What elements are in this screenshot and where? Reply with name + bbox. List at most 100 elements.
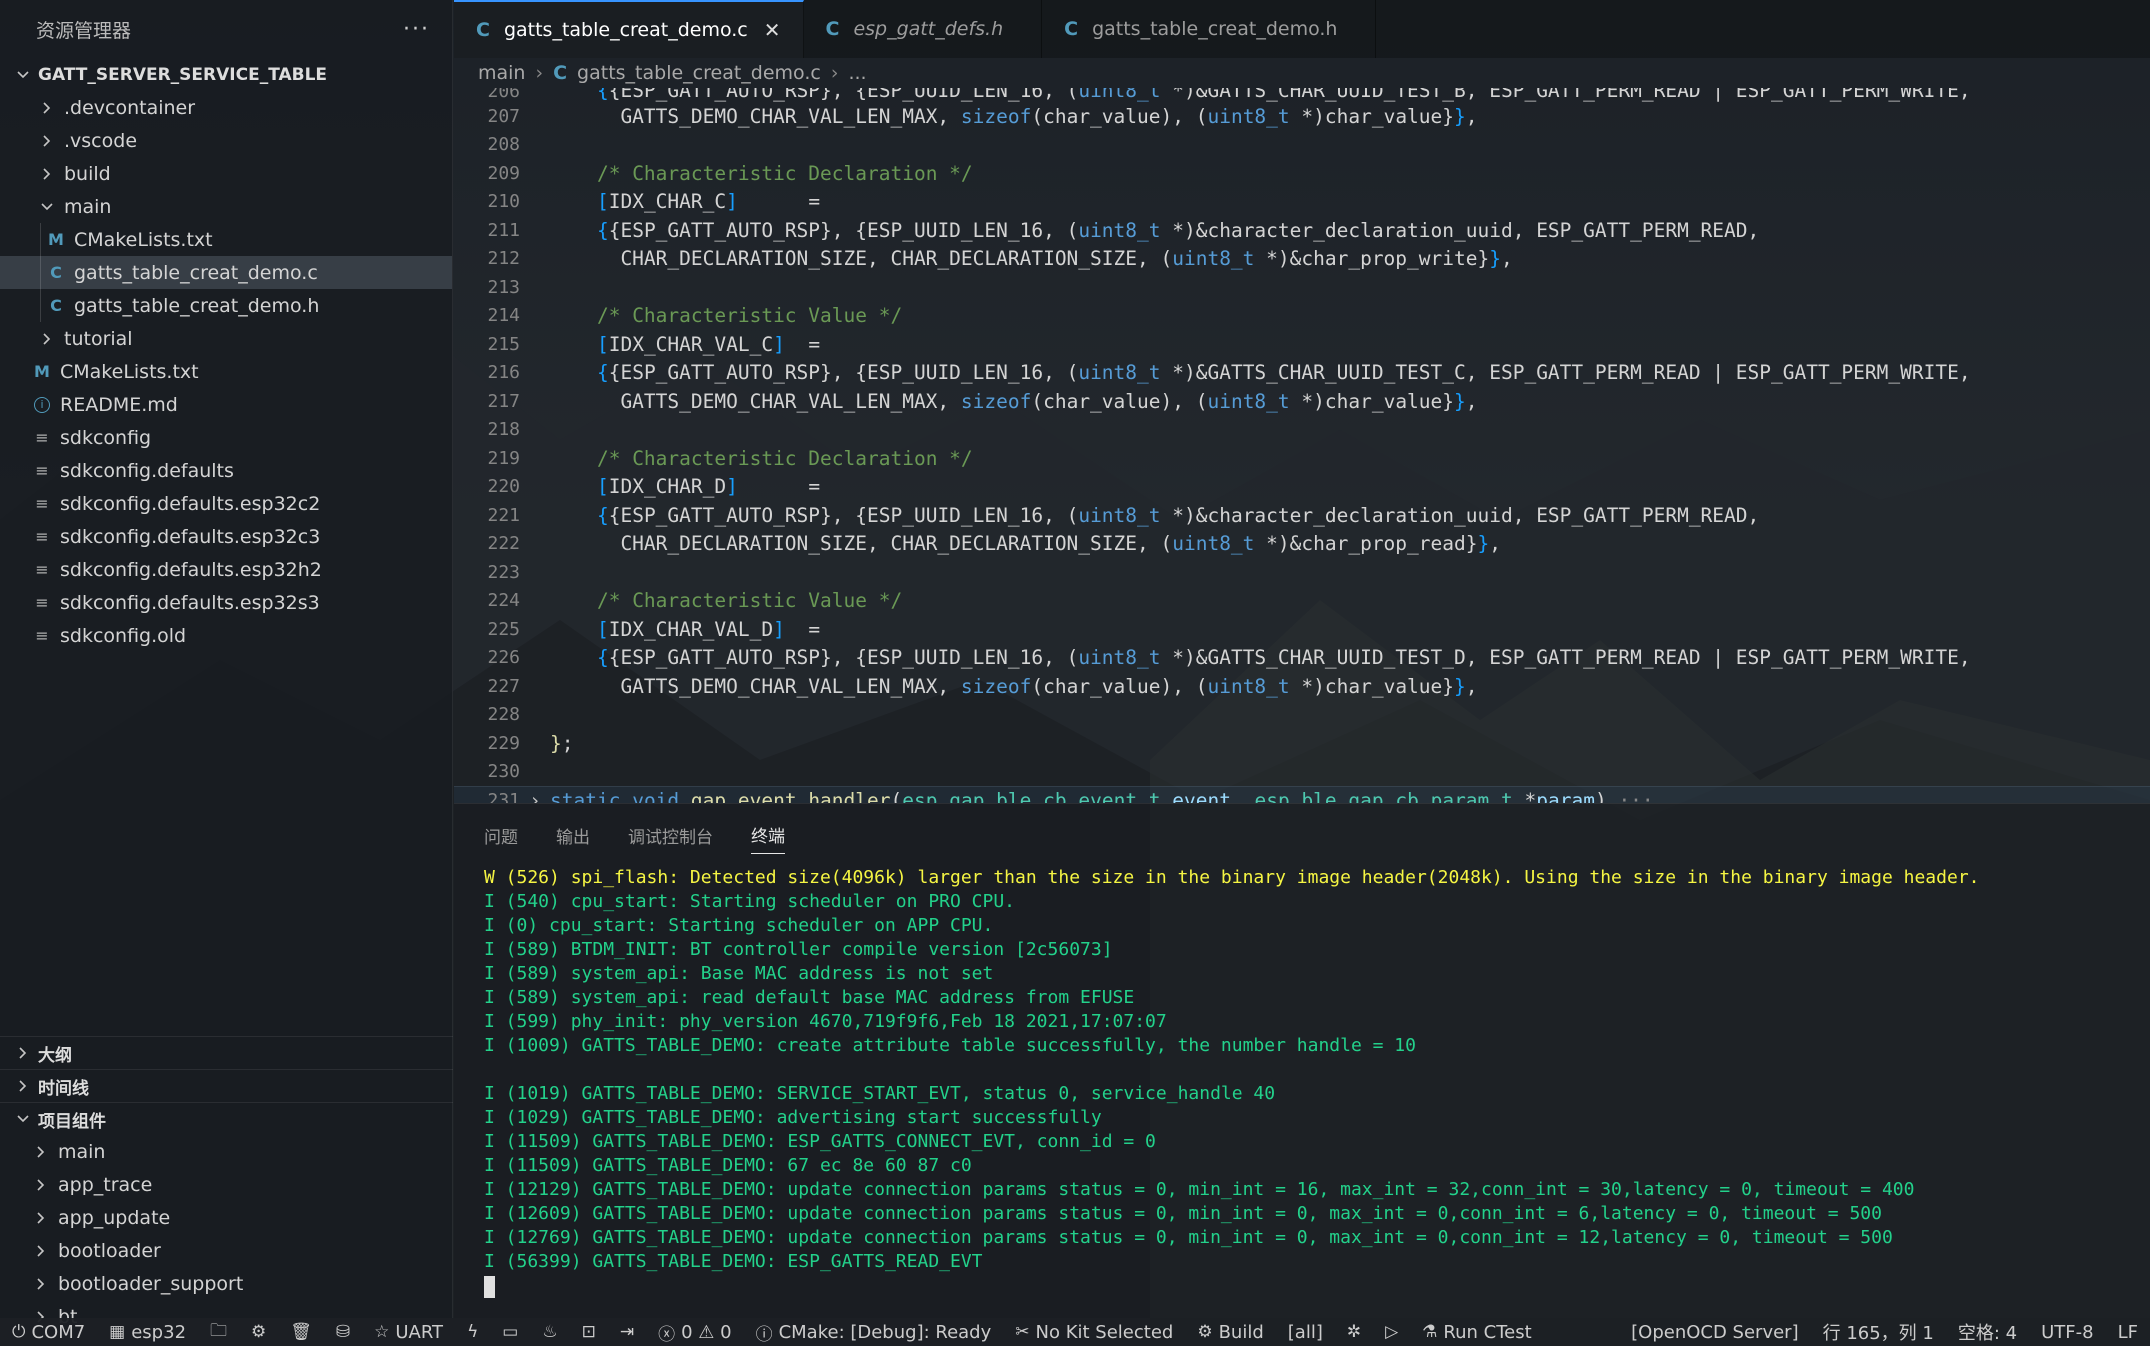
section-header-0[interactable]: 大纲: [0, 1036, 453, 1069]
terminal-line: I (1009) GATTS_TABLE_DEMO: create attrib…: [484, 1035, 1416, 1056]
breadcrumb-file[interactable]: gatts_table_creat_demo.c: [577, 62, 821, 84]
code-line[interactable]: 211 {{ESP_GATT_AUTO_RSP}, {ESP_UUID_LEN_…: [454, 216, 2150, 245]
more-actions-icon[interactable]: ···: [403, 17, 430, 42]
status-item[interactable]: ⓧ 0 ⚠ 0: [646, 1320, 743, 1345]
tree-item[interactable]: ≡ sdkconfig.defaults: [0, 454, 452, 487]
status-item[interactable]: ϟ: [455, 1322, 490, 1342]
panel-tab[interactable]: 终端: [751, 816, 785, 854]
status-item[interactable]: ⚙: [239, 1322, 278, 1342]
tree-item[interactable]: ≡ sdkconfig.defaults.esp32s3: [0, 586, 452, 619]
code-line[interactable]: 222 CHAR_DECLARATION_SIZE, CHAR_DECLARAT…: [454, 530, 2150, 559]
code-line[interactable]: 230: [454, 758, 2150, 787]
code-line[interactable]: 216 {{ESP_GATT_AUTO_RSP}, {ESP_UUID_LEN_…: [454, 359, 2150, 388]
code-line[interactable]: 227 GATTS_DEMO_CHAR_VAL_LEN_MAX, sizeof(…: [454, 672, 2150, 701]
code-line[interactable]: 223: [454, 558, 2150, 587]
tree-item[interactable]: main: [0, 190, 452, 223]
panel-tab[interactable]: 调试控制台: [628, 817, 713, 854]
code-text: [IDX_CHAR_D] =: [596, 475, 821, 499]
component-item[interactable]: app_update: [0, 1201, 453, 1234]
panel-tab[interactable]: 输出: [556, 817, 590, 854]
status-item[interactable]: ⏻ COM7: [0, 1322, 97, 1343]
tree-item[interactable]: Cgatts_table_creat_demo.h: [0, 289, 452, 322]
code-line[interactable]: 208: [454, 131, 2150, 160]
code-line[interactable]: 209 /* Characteristic Declaration */: [454, 159, 2150, 188]
editor-tab[interactable]: Cgatts_table_creat_demo.h: [1042, 0, 1377, 58]
code-line[interactable]: 231 › static void gap_event_handler(esp_ga…: [454, 786, 2150, 803]
terminal-output[interactable]: W (526) spi_flash: Detected size(4096k) …: [454, 866, 2150, 1298]
status-item-right[interactable]: [OpenOCD Server]: [1619, 1322, 1810, 1343]
status-item-right[interactable]: 行 165，列 1: [1811, 1319, 1946, 1345]
tree-item[interactable]: build: [0, 157, 452, 190]
code-line[interactable]: 229};: [454, 729, 2150, 758]
text-file-icon: ≡: [35, 593, 49, 612]
status-item[interactable]: ▭: [490, 1322, 530, 1342]
code-line[interactable]: 226 {{ESP_GATT_AUTO_RSP}, {ESP_UUID_LEN_…: [454, 644, 2150, 673]
root-folder[interactable]: GATT_SERVER_SERVICE_TABLE: [0, 58, 452, 91]
code-line[interactable]: 220 [IDX_CHAR_D] =: [454, 473, 2150, 502]
status-item[interactable]: 🗑: [278, 1322, 324, 1342]
status-item[interactable]: ▷: [1373, 1322, 1410, 1342]
status-item[interactable]: ♨: [530, 1322, 569, 1342]
tree-item[interactable]: .vscode: [0, 124, 452, 157]
text-file-icon: ≡: [35, 626, 49, 645]
code-line[interactable]: 210 [IDX_CHAR_C] =: [454, 188, 2150, 217]
editor-tab[interactable]: Cgatts_table_creat_demo.c ✕: [454, 0, 804, 58]
code-line[interactable]: 225 [IDX_CHAR_VAL_D] =: [454, 615, 2150, 644]
component-item[interactable]: app_trace: [0, 1168, 453, 1201]
code-line[interactable]: 221 {{ESP_GATT_AUTO_RSP}, {ESP_UUID_LEN_…: [454, 501, 2150, 530]
code-line[interactable]: 219 /* Characteristic Declaration */: [454, 444, 2150, 473]
chip-icon: ▦: [109, 1322, 126, 1342]
tree-item[interactable]: ≡ sdkconfig: [0, 421, 452, 454]
status-item[interactable]: ⚗ Run CTest: [1410, 1322, 1544, 1343]
code-text: };: [550, 731, 574, 755]
code-line[interactable]: 224 /* Characteristic Value */: [454, 587, 2150, 616]
code-line[interactable]: 213: [454, 273, 2150, 302]
status-item[interactable]: ✲: [1335, 1322, 1373, 1342]
status-item[interactable]: ⓘ CMake: [Debug]: Ready: [744, 1320, 1004, 1345]
tree-item[interactable]: tutorial: [0, 322, 452, 355]
component-item[interactable]: bootloader: [0, 1234, 453, 1267]
panel-tab[interactable]: 问题: [484, 817, 518, 854]
tree-item[interactable]: .devcontainer: [0, 91, 452, 124]
tree-item[interactable]: i README.md: [0, 388, 452, 421]
code-line[interactable]: 228: [454, 701, 2150, 730]
status-item[interactable]: ⊡: [570, 1322, 608, 1342]
component-item[interactable]: main: [0, 1135, 453, 1168]
section-header-2[interactable]: 项目组件: [0, 1102, 453, 1135]
code-line[interactable]: 212 CHAR_DECLARATION_SIZE, CHAR_DECLARAT…: [454, 245, 2150, 274]
tree-item[interactable]: M CMakeLists.txt: [0, 223, 452, 256]
tree-item[interactable]: ≡ sdkconfig.defaults.esp32c3: [0, 520, 452, 553]
status-item-right[interactable]: 空格: 4: [1946, 1319, 2029, 1345]
editor-tab[interactable]: Cesp_gatt_defs.h: [804, 0, 1043, 58]
close-icon[interactable]: ✕: [764, 18, 781, 42]
status-item[interactable]: ⇥: [608, 1322, 646, 1342]
tree-item[interactable]: ≡ sdkconfig.defaults.esp32c2: [0, 487, 452, 520]
status-item[interactable]: [all]: [1276, 1322, 1335, 1343]
c-file-icon: C: [825, 18, 840, 40]
tree-item[interactable]: M CMakeLists.txt: [0, 355, 452, 388]
code-line[interactable]: 214 /* Characteristic Value */: [454, 302, 2150, 331]
status-item[interactable]: 🗀: [198, 1318, 239, 1346]
breadcrumb-folder[interactable]: main: [478, 62, 525, 84]
tree-item[interactable]: ≡ sdkconfig.defaults.esp32h2: [0, 553, 452, 586]
tree-item[interactable]: ≡ sdkconfig.old: [0, 619, 452, 652]
tree-item[interactable]: Cgatts_table_creat_demo.c: [0, 256, 452, 289]
status-item[interactable]: ⛁: [324, 1322, 362, 1342]
code-line[interactable]: 218: [454, 416, 2150, 445]
breadcrumb-symbol[interactable]: ...: [848, 62, 866, 84]
code-line[interactable]: 217 GATTS_DEMO_CHAR_VAL_LEN_MAX, sizeof(…: [454, 387, 2150, 416]
status-item-right[interactable]: UTF-8: [2029, 1322, 2105, 1343]
component-item[interactable]: bootloader_support: [0, 1267, 453, 1300]
status-item[interactable]: ⚙ Build: [1185, 1322, 1275, 1343]
code-line[interactable]: 207 GATTS_DEMO_CHAR_VAL_LEN_MAX, sizeof(…: [454, 102, 2150, 131]
code-line[interactable]: 215 [IDX_CHAR_VAL_C] =: [454, 330, 2150, 359]
fold-chevron-icon[interactable]: ›: [520, 789, 550, 803]
code-editor[interactable]: 206 {{ESP_GATT_AUTO_RSP}, {ESP_UUID_LEN_…: [454, 88, 2150, 803]
status-item-right[interactable]: LF: [2106, 1322, 2150, 1343]
status-item[interactable]: ✂ No Kit Selected: [1003, 1322, 1185, 1343]
cmake-icon: ⓘ: [755, 1324, 773, 1345]
code-line[interactable]: 206 {{ESP_GATT_AUTO_RSP}, {ESP_UUID_LEN_…: [454, 88, 2150, 102]
status-item[interactable]: ☆ UART: [362, 1322, 455, 1343]
section-header-1[interactable]: 时间线: [0, 1069, 453, 1102]
status-item[interactable]: ▦ esp32: [97, 1322, 198, 1343]
